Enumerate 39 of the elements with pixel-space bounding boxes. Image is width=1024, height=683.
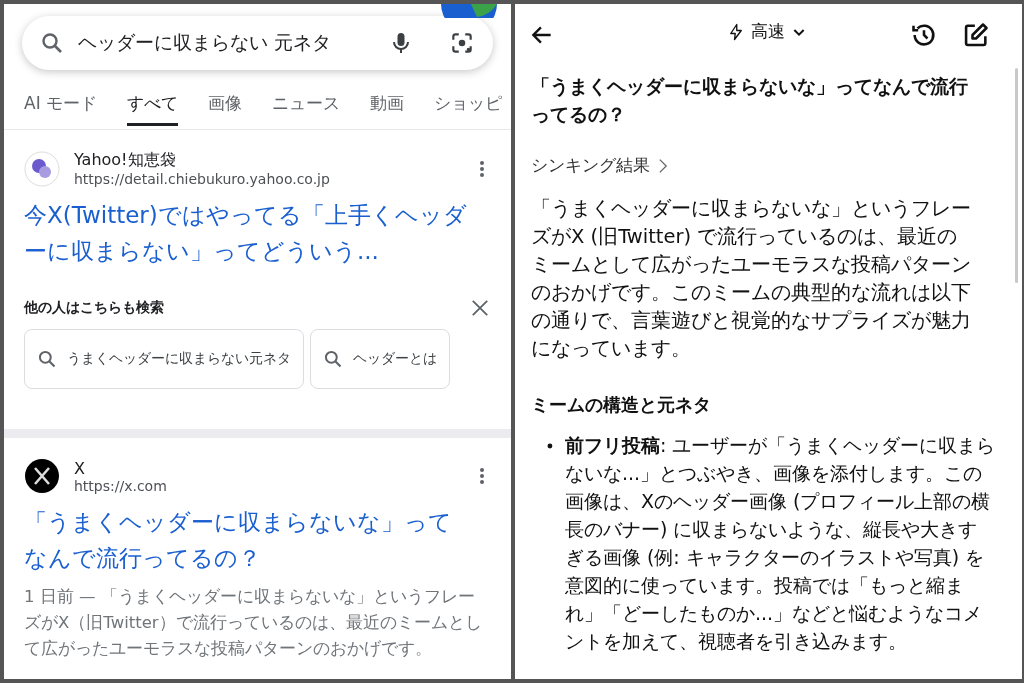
history-icon[interactable]	[910, 21, 938, 49]
site-name: Yahoo!知恵袋	[74, 150, 177, 171]
thinking-result-link[interactable]: シンキング結果	[531, 154, 668, 177]
site-name: X	[74, 458, 86, 478]
result-title-link[interactable]: 「うまくヘッダーに収まらないな」ってなんで流行ってるの？	[24, 504, 472, 576]
section-heading: 他の人はこちらも検索	[24, 299, 164, 317]
result-title-link[interactable]: 今X(Twitter)ではやってる「上手くヘッダーに収まらない」ってどういう...	[24, 197, 472, 269]
close-icon[interactable]	[471, 299, 489, 317]
search-icon	[323, 349, 343, 369]
bullet-text: 前フリ投稿: ユーザーが「うまくヘッダーに収まらないな...」とつぶやき、画像を添付します。この画像は、Xのヘッダー画像 (プロフィール上部の横長のバナー) に収まらないような、縦長や大きすぎる画像 (例: キャラクターのイラストや写真) を意図的に使っています。投稿では「もっと縮まれ」「どーしたものか...」などと悩むようなコメントを加えて、視聴者を引き込みます。	[564, 433, 996, 654]
search-tab[interactable]: 動画	[370, 86, 405, 126]
related-search-chip[interactable]: ヘッダーとは	[310, 329, 450, 389]
camera-icon[interactable]	[449, 30, 475, 56]
x-logo-icon	[24, 458, 60, 494]
search-tab[interactable]: 画像	[208, 86, 243, 126]
search-icon	[40, 31, 64, 55]
search-field[interactable]: ヘッダーに収まらない 元ネタ	[78, 32, 375, 54]
user-question: 「うまくヘッダーに収まらないな」ってなんで流行ってるの？	[531, 74, 969, 127]
search-tab[interactable]: ショッピ	[434, 86, 503, 126]
bullet-icon	[547, 443, 553, 449]
answer-paragraph: 「うまくヘッダーに収まらないな」というフレーズがX (旧Twitter) で流行っているのは、最近のミームとして広がったユーモラスな投稿パターンのおかげです。このミームの典型的な流れは以下の通りで、言葉遊びと視覚的なサプライズが魅力になっています。	[531, 196, 972, 362]
more-icon[interactable]	[479, 466, 485, 486]
edit-icon[interactable]	[962, 21, 990, 49]
site-url: https://detail.chiebukuro.yahoo.co.jp	[74, 171, 331, 187]
search-tab[interactable]: ニュース	[272, 86, 341, 126]
question-bubble-icon	[24, 150, 60, 187]
search-tab[interactable]: AI モード	[24, 86, 98, 126]
site-url: https://x.com	[74, 477, 168, 494]
lightning-icon	[727, 22, 745, 41]
chevron-right-icon	[658, 157, 668, 174]
related-search-chip[interactable]: うまくヘッダーに収まらない元ネタ	[24, 329, 304, 389]
scrollbar[interactable]	[1015, 68, 1018, 283]
search-tab[interactable]: すべて	[127, 86, 179, 126]
search-icon	[37, 349, 57, 369]
more-icon[interactable]	[479, 158, 485, 179]
section-heading: ミームの構造と元ネタ	[531, 393, 712, 417]
result-snippet: 1 日前 — 「うまくヘッダーに収まらないな」というフレーズがX（旧Twitter）で流行っているのは、最近のミームとして広がったユーモラスな投稿パターンのおかげです。	[24, 586, 483, 660]
avatar-icon[interactable]	[441, 4, 497, 18]
mode-selector[interactable]: 高速	[727, 20, 807, 43]
